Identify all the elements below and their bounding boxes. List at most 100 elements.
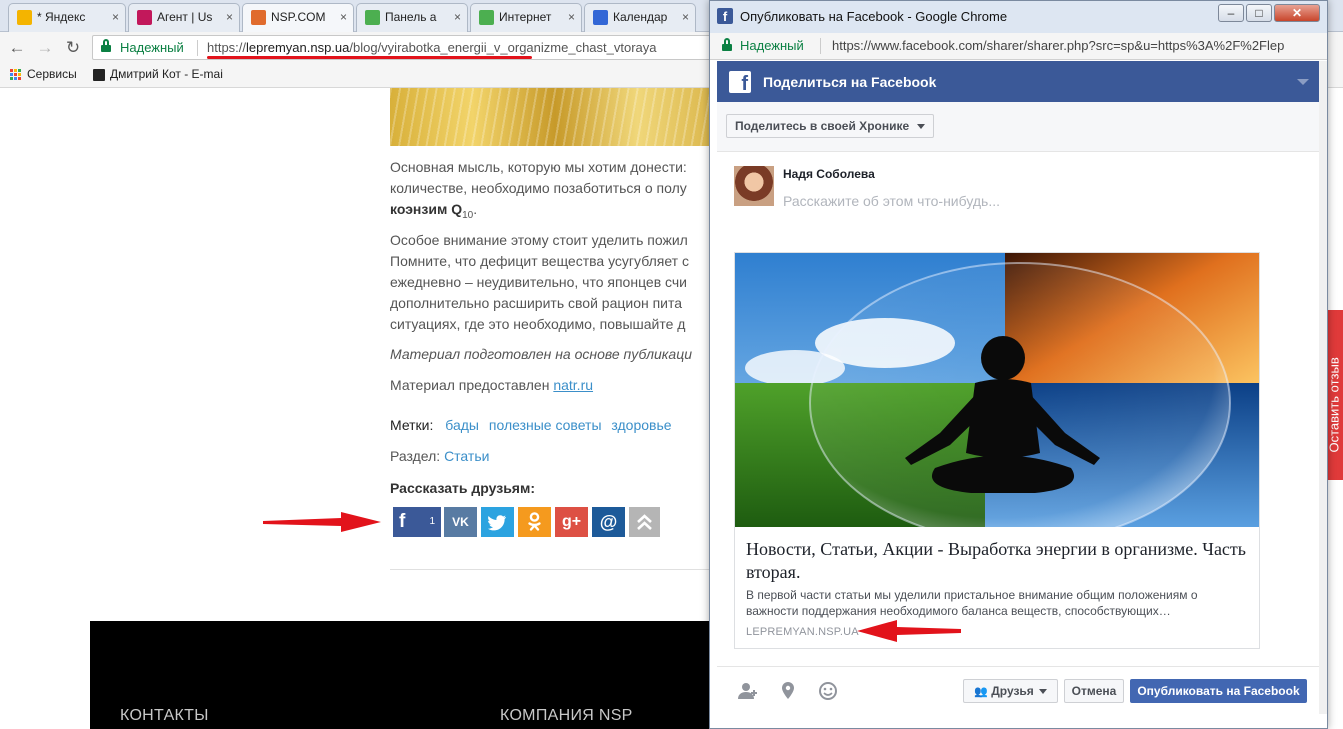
close-window-button[interactable]: ✕ bbox=[1274, 4, 1320, 22]
audience-selector[interactable]: 👥 Друзья bbox=[963, 679, 1058, 703]
window-title: Опубликовать на Facebook - Google Chrome bbox=[740, 9, 1008, 24]
tab-title: Панель а bbox=[385, 10, 437, 24]
twitter-icon bbox=[488, 515, 506, 531]
location-pin-icon[interactable] bbox=[777, 681, 799, 701]
nsp-icon bbox=[251, 10, 266, 25]
close-tab-icon[interactable]: × bbox=[340, 4, 347, 30]
footer-contacts-heading: КОНТАКТЫ bbox=[120, 707, 209, 724]
vk-icon: VK bbox=[452, 515, 469, 529]
caret-down-icon bbox=[1038, 689, 1047, 695]
close-tab-icon[interactable]: × bbox=[226, 4, 233, 30]
google-plus-icon: g+ bbox=[561, 513, 582, 530]
caret-down-icon[interactable] bbox=[1297, 79, 1309, 85]
browser-tab[interactable]: NSP.COM × bbox=[242, 3, 354, 32]
window-titlebar: f Опубликовать на Facebook - Google Chro… bbox=[710, 1, 1327, 33]
maximize-button[interactable]: □ bbox=[1246, 4, 1272, 22]
emoji-icon[interactable] bbox=[817, 681, 839, 701]
bookmark-page-icon bbox=[93, 68, 105, 81]
secure-label: Надежный bbox=[740, 38, 804, 53]
bookmark-services[interactable]: Сервисы bbox=[10, 67, 77, 81]
url-text: https://www.facebook.com/sharer/sharer.p… bbox=[832, 38, 1285, 53]
preview-image bbox=[735, 253, 1259, 527]
section-line: Раздел: Статьи bbox=[390, 448, 490, 464]
article-image bbox=[390, 88, 720, 146]
facebook-logo-icon: f bbox=[729, 71, 751, 93]
tab-title: NSP.COM bbox=[271, 10, 326, 24]
odnoklassniki-share-button[interactable] bbox=[518, 507, 551, 537]
provided-link[interactable]: natr.ru bbox=[553, 377, 593, 393]
popup-address-bar[interactable]: Надежный https://www.facebook.com/sharer… bbox=[710, 33, 1327, 60]
preview-domain: LEPREMYAN.NSP.UA bbox=[746, 626, 859, 638]
calendar-icon bbox=[593, 10, 608, 25]
red-arrow-annotation bbox=[857, 620, 961, 642]
mail-share-button[interactable]: @ bbox=[592, 507, 625, 537]
friends-icon: 👥 bbox=[974, 686, 988, 698]
facebook-share-button[interactable]: f 1 bbox=[393, 507, 441, 537]
back-icon[interactable]: ← bbox=[6, 37, 28, 59]
publish-button[interactable]: Опубликовать на Facebook bbox=[1130, 679, 1307, 703]
paragraph-2: Особое внимание этому стоит уделить пожи… bbox=[390, 232, 689, 332]
site-footer: КОНТАКТЫ КОМПАНИЯ NSP bbox=[90, 621, 720, 729]
odnoklassniki-icon bbox=[528, 512, 541, 531]
bookmark-mail[interactable]: Дмитрий Кот - E-mai bbox=[93, 67, 223, 81]
apps-icon bbox=[10, 68, 22, 81]
paragraph-1: Основная мысль, которую мы хотим донести… bbox=[390, 159, 687, 221]
header-title: Поделиться на Facebook bbox=[763, 74, 937, 90]
twitter-share-button[interactable] bbox=[481, 507, 514, 537]
close-tab-icon[interactable]: × bbox=[454, 4, 461, 30]
share-title: Рассказать друзьям: bbox=[390, 480, 535, 496]
facebook-icon: f bbox=[399, 511, 406, 532]
google-plus-share-button[interactable]: g+ bbox=[555, 507, 588, 537]
browser-tab[interactable]: Календар × bbox=[584, 3, 696, 32]
user-name: Надя Соболева bbox=[783, 167, 875, 181]
link-preview-card[interactable]: Новости, Статьи, Акции - Выработка энерг… bbox=[734, 252, 1260, 649]
secure-label: Надежный bbox=[120, 40, 184, 55]
avatar bbox=[734, 166, 774, 206]
lock-icon bbox=[722, 38, 732, 52]
at-sign-icon: @ bbox=[599, 512, 618, 532]
more-share-button[interactable] bbox=[629, 507, 660, 537]
tab-title: Интернет bbox=[499, 10, 552, 24]
preview-title: Новости, Статьи, Акции - Выработка энерг… bbox=[746, 539, 1246, 582]
tag-friends-icon[interactable] bbox=[737, 681, 759, 701]
browser-tab[interactable]: * Яндекс × bbox=[8, 3, 126, 32]
post-message-input[interactable]: Расскажите об этом что-нибудь... bbox=[783, 193, 1000, 209]
divider bbox=[390, 569, 720, 570]
forward-icon[interactable]: → bbox=[34, 37, 56, 59]
share-target-bar: Поделитесь в своей Хронике bbox=[717, 102, 1320, 152]
panel-icon bbox=[365, 10, 380, 25]
facebook-share-window: f Опубликовать на Facebook - Google Chro… bbox=[709, 0, 1328, 729]
url-highlight-underline bbox=[207, 56, 532, 59]
preview-description: В первой части статьи мы уделили пристал… bbox=[746, 588, 1198, 618]
source-note: Материал подготовлен на основе публикаци bbox=[390, 346, 692, 362]
agent-icon bbox=[137, 10, 152, 25]
facebook-icon: f bbox=[717, 8, 733, 24]
share-count: 1 bbox=[429, 516, 435, 527]
browser-tab[interactable]: Панель а × bbox=[356, 3, 468, 32]
tab-title: * Яндекс bbox=[37, 10, 86, 24]
tab-title: Календар bbox=[613, 10, 668, 24]
vk-share-button[interactable]: VK bbox=[444, 507, 477, 537]
tag-link[interactable]: бады bbox=[445, 417, 479, 433]
separator bbox=[820, 38, 821, 54]
lock-icon bbox=[101, 39, 111, 53]
url-text: https://lepremyan.nsp.ua/blog/vyirabotka… bbox=[207, 40, 657, 55]
tag-link[interactable]: здоровье bbox=[611, 417, 671, 433]
cancel-button[interactable]: Отмена bbox=[1064, 679, 1124, 703]
yandex-mail-icon bbox=[17, 10, 32, 25]
close-tab-icon[interactable]: × bbox=[112, 4, 119, 30]
browser-tab[interactable]: Агент | Us × bbox=[128, 3, 240, 32]
tag-link[interactable]: полезные советы bbox=[489, 417, 602, 433]
tags-line: Метки: бады полезные советы здоровье bbox=[390, 417, 672, 433]
reload-icon[interactable]: ↻ bbox=[62, 37, 84, 59]
share-target-dropdown[interactable]: Поделитесь в своей Хронике bbox=[726, 114, 935, 138]
close-tab-icon[interactable]: × bbox=[682, 4, 689, 30]
section-link[interactable]: Статьи bbox=[444, 448, 489, 464]
tags-label: Метки: bbox=[390, 417, 434, 433]
minimize-button[interactable]: – bbox=[1218, 4, 1244, 22]
share-footer: 👥 Друзья Отмена Опубликовать на Facebook bbox=[717, 666, 1320, 714]
close-tab-icon[interactable]: × bbox=[568, 4, 575, 30]
scrollbar[interactable] bbox=[1319, 61, 1327, 714]
red-arrow-annotation bbox=[263, 512, 381, 532]
browser-tab[interactable]: Интернет × bbox=[470, 3, 582, 32]
